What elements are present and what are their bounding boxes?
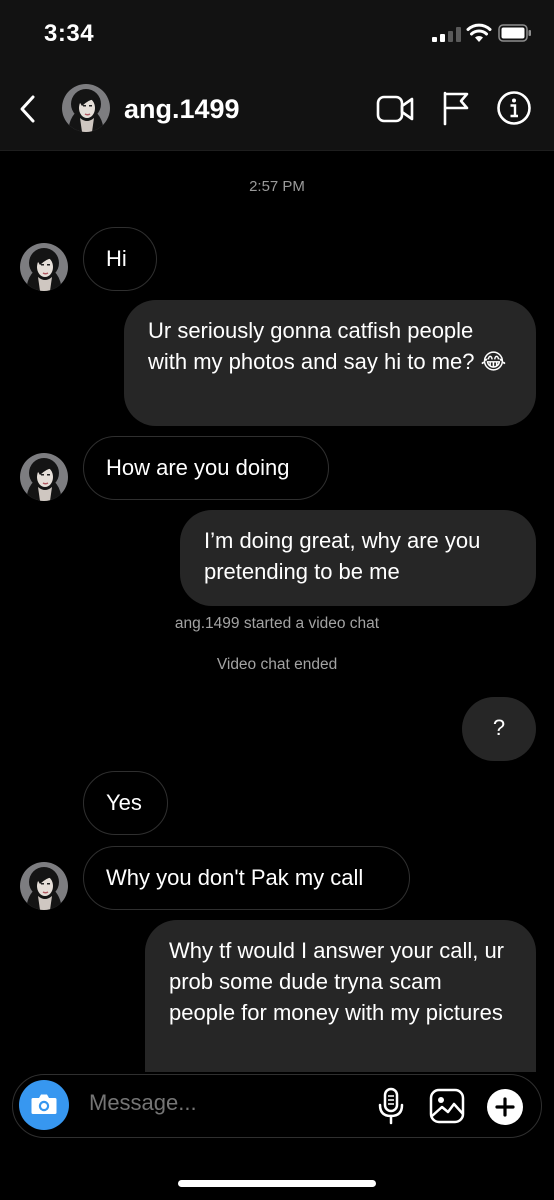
status-bar: 3:34: [0, 0, 554, 68]
battery-icon: [498, 24, 531, 42]
chat-header: ang.1499: [0, 68, 554, 151]
add-button[interactable]: [487, 1089, 523, 1125]
microphone-icon[interactable]: [377, 1087, 405, 1125]
message-incoming[interactable]: How are you doing: [83, 436, 329, 500]
wifi-icon: [466, 23, 492, 42]
home-indicator: [178, 1180, 376, 1187]
gallery-icon[interactable]: [429, 1088, 465, 1124]
chevron-left-icon[interactable]: [16, 92, 40, 126]
chat-timestamp: 2:57 PM: [249, 178, 305, 195]
system-message: ang.1499 started a video chat: [174, 615, 380, 632]
message-incoming[interactable]: Hi: [83, 227, 157, 291]
status-time: 3:34: [44, 20, 95, 47]
message-outgoing[interactable]: I’m doing great, why are you pretending …: [180, 510, 536, 606]
sender-avatar[interactable]: [20, 862, 68, 910]
info-icon[interactable]: [496, 90, 532, 126]
plus-icon: [495, 1097, 515, 1117]
message-outgoing[interactable]: ?: [462, 697, 536, 761]
message-input[interactable]: [89, 1090, 349, 1116]
header-username[interactable]: ang.1499: [124, 94, 240, 125]
header-avatar[interactable]: [62, 84, 110, 132]
cellular-signal-icon: [432, 26, 462, 42]
message-incoming[interactable]: Why you don't Pak my call: [83, 846, 410, 910]
message-incoming[interactable]: Yes: [83, 771, 168, 835]
message-composer: [12, 1074, 542, 1138]
message-outgoing[interactable]: Ur seriously gonna catfish people with m…: [124, 300, 536, 426]
flag-icon[interactable]: [440, 90, 472, 126]
camera-button[interactable]: [19, 1080, 69, 1130]
sender-avatar[interactable]: [20, 453, 68, 501]
sender-avatar[interactable]: [20, 243, 68, 291]
system-message: Video chat ended: [216, 656, 338, 673]
video-camera-icon[interactable]: [376, 92, 414, 126]
camera-icon: [31, 1094, 57, 1114]
message-outgoing[interactable]: Why tf would I answer your call, ur prob…: [145, 920, 536, 1072]
